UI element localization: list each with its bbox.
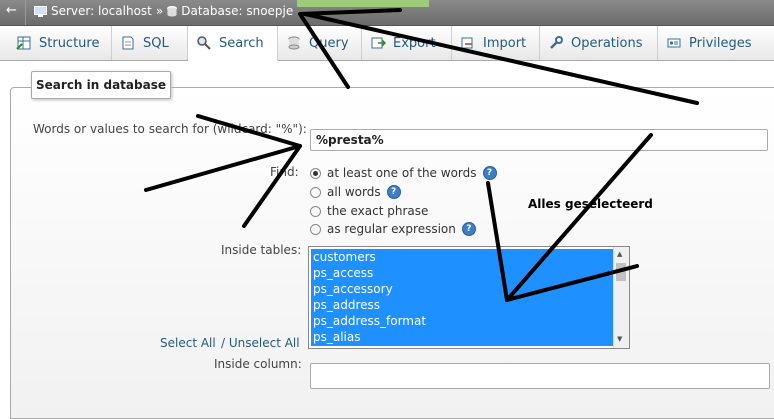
- scroll-down-icon[interactable]: ▼: [617, 335, 622, 343]
- tables-listbox[interactable]: customers ps_access ps_accessory ps_addr…: [308, 246, 630, 349]
- tab-sql[interactable]: SQL: [112, 26, 188, 60]
- scroll-up-icon[interactable]: ▲: [617, 250, 622, 258]
- tables-label: Inside tables:: [221, 243, 302, 257]
- find-option-label: at least one of the words: [327, 166, 477, 180]
- query-icon: [288, 36, 300, 50]
- list-item[interactable]: ps_alias: [311, 329, 613, 345]
- find-option-label: as regular expression: [327, 222, 456, 236]
- tab-label: Structure: [39, 35, 100, 51]
- scroll-thumb[interactable]: [616, 263, 626, 281]
- column-label: Inside column:: [214, 357, 302, 371]
- tab-label: Query: [309, 35, 349, 51]
- tab-privileges[interactable]: Privileges: [658, 26, 774, 60]
- unselect-all-link[interactable]: / Unselect All: [221, 336, 300, 350]
- tab-label: Import: [483, 35, 527, 51]
- inside-column-input[interactable]: [310, 363, 770, 389]
- breadcrumb-database-link[interactable]: Database: snoepje: [181, 4, 293, 18]
- radio-button[interactable]: [310, 223, 321, 235]
- list-item[interactable]: ps_accessory: [311, 281, 613, 297]
- wrench-icon: [550, 36, 563, 49]
- breadcrumb-bar: ← Server: localhost » Database: snoepje: [0, 0, 774, 26]
- find-option-all[interactable]: all words ?: [310, 185, 401, 199]
- tab-label: Export: [393, 35, 436, 51]
- radio-button[interactable]: [310, 205, 321, 217]
- help-icon[interactable]: ?: [461, 222, 476, 236]
- find-option-any[interactable]: at least one of the words ?: [310, 166, 497, 180]
- tab-operations[interactable]: Operations: [540, 26, 658, 60]
- tables-selection: customers ps_access ps_accessory ps_addr…: [311, 249, 613, 346]
- words-label: Words or values to search for (wildcard:…: [33, 122, 307, 136]
- list-item[interactable]: ps_address: [311, 297, 613, 313]
- privileges-icon: [667, 38, 681, 48]
- back-arrow-icon[interactable]: ←: [6, 3, 17, 18]
- tab-search[interactable]: Search: [188, 26, 278, 61]
- sql-icon: [122, 36, 134, 50]
- breadcrumb-server-link[interactable]: Server: localhost: [51, 4, 152, 18]
- server-icon: [34, 5, 47, 17]
- tab-label: SQL: [143, 35, 169, 51]
- find-option-label: the exact phrase: [327, 204, 429, 218]
- tab-import[interactable]: Import: [452, 26, 540, 60]
- tab-label: Operations: [571, 35, 643, 51]
- export-icon: [371, 37, 386, 49]
- tab-label: Privileges: [689, 35, 752, 51]
- radio-button[interactable]: [310, 167, 321, 179]
- radio-button[interactable]: [310, 186, 321, 198]
- list-item[interactable]: ps_access: [311, 265, 613, 281]
- search-icon: [197, 36, 211, 50]
- database-icon: [167, 5, 178, 16]
- list-item[interactable]: customers: [311, 249, 613, 265]
- tab-structure[interactable]: Structure: [8, 26, 112, 60]
- breadcrumb-separator: »: [155, 4, 164, 18]
- structure-icon: [16, 36, 31, 50]
- tab-export[interactable]: Export: [362, 26, 452, 60]
- find-option-label: all words: [327, 185, 381, 199]
- tab-query[interactable]: Query: [278, 26, 362, 60]
- import-icon: [461, 37, 473, 49]
- fieldset-legend: Search in database: [31, 71, 171, 99]
- find-option-phrase[interactable]: the exact phrase: [310, 204, 428, 218]
- help-icon[interactable]: ?: [386, 185, 401, 199]
- divider: [25, 0, 26, 25]
- help-icon[interactable]: ?: [482, 166, 497, 180]
- search-words-input[interactable]: %presta%: [310, 129, 768, 151]
- tab-bar: Structure SQL Search Query Export Import…: [0, 26, 774, 61]
- select-all-link[interactable]: Select All: [160, 336, 216, 350]
- annotation-text: Alles geselecteerd: [528, 197, 653, 211]
- highlight-marker: [297, 0, 429, 7]
- listbox-scrollbar[interactable]: ▲ ▼: [613, 247, 629, 348]
- find-option-regex[interactable]: as regular expression ?: [310, 222, 476, 236]
- tab-label: Search: [219, 35, 264, 51]
- find-label: Find:: [270, 165, 299, 179]
- list-item[interactable]: ps_address_format: [311, 313, 613, 329]
- breadcrumb: Server: localhost » Database: snoepje: [34, 4, 293, 18]
